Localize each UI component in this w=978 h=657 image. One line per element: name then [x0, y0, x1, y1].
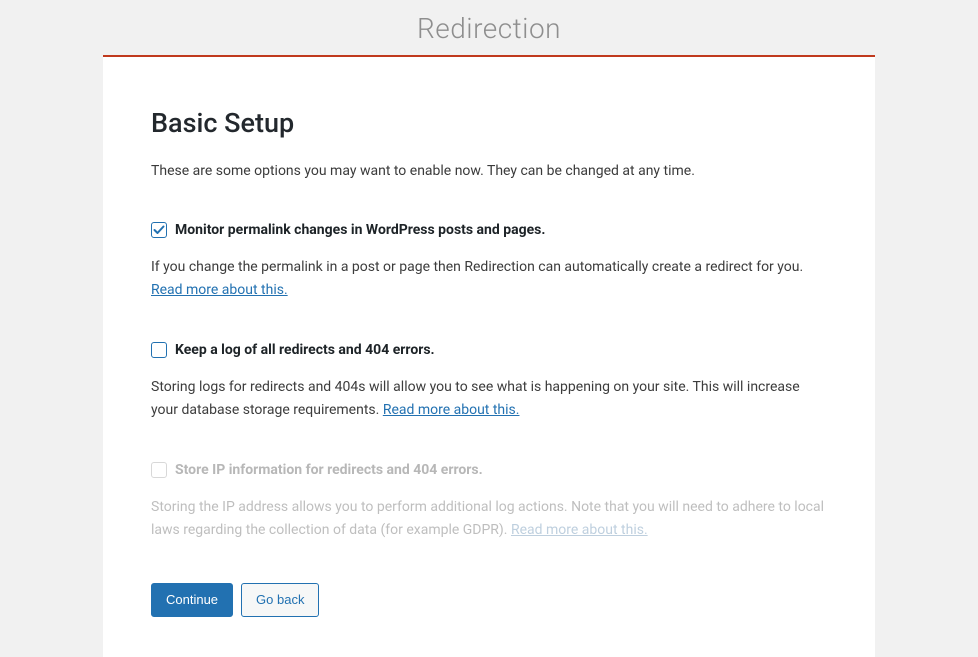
setup-heading: Basic Setup [151, 107, 827, 139]
go-back-button[interactable]: Go back [241, 583, 319, 617]
option-desc-text: If you change the permalink in a post or… [151, 259, 803, 275]
setup-card: Basic Setup These are some options you m… [103, 55, 875, 657]
option-label: Store IP information for redirects and 4… [175, 462, 483, 478]
option-monitor-permalinks: Monitor permalink changes in WordPress p… [151, 222, 827, 302]
option-keep-log: Keep a log of all redirects and 404 erro… [151, 342, 827, 422]
check-icon [153, 224, 165, 236]
read-more-link[interactable]: Read more about this. [511, 522, 648, 538]
option-description: Storing the IP address allows you to per… [151, 496, 827, 542]
checkbox-keep-log[interactable] [151, 342, 167, 358]
option-label: Monitor permalink changes in WordPress p… [175, 222, 545, 238]
setup-intro: These are some options you may want to e… [151, 161, 827, 182]
option-desc-text: Storing the IP address allows you to per… [151, 499, 824, 538]
read-more-link[interactable]: Read more about this. [151, 282, 288, 298]
option-label: Keep a log of all redirects and 404 erro… [175, 342, 435, 358]
read-more-link[interactable]: Read more about this. [383, 402, 520, 418]
option-description: Storing logs for redirects and 404s will… [151, 376, 827, 422]
checkbox-monitor-permalinks[interactable] [151, 222, 167, 238]
checkbox-store-ip [151, 462, 167, 478]
continue-button[interactable]: Continue [151, 583, 233, 617]
option-store-ip: Store IP information for redirects and 4… [151, 462, 827, 542]
button-row: Continue Go back [151, 583, 827, 617]
option-description: If you change the permalink in a post or… [151, 256, 827, 302]
page-title: Redirection [0, 0, 978, 55]
